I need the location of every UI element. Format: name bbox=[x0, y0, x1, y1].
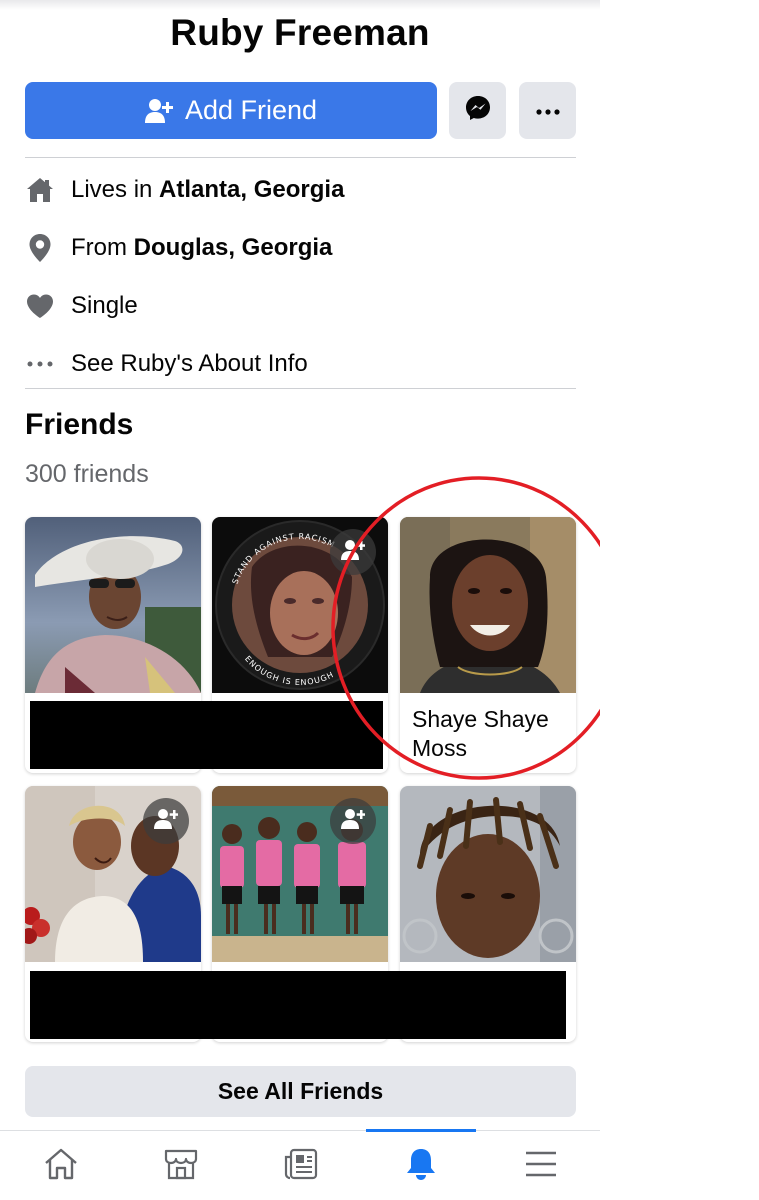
profile-screen: Ruby Freeman Add Friend Lives in Atlanta… bbox=[0, 0, 600, 1200]
bottom-tab-bar bbox=[0, 1129, 600, 1200]
redaction-bar bbox=[30, 701, 383, 769]
relationship-row: Single bbox=[25, 286, 138, 326]
friend-photo bbox=[400, 517, 576, 693]
tab-marketplace[interactable] bbox=[126, 1131, 236, 1200]
about-info-link[interactable]: See Ruby's About Info bbox=[25, 344, 308, 384]
messenger-icon bbox=[465, 95, 491, 126]
friend-photo bbox=[212, 786, 388, 962]
profile-name: Ruby Freeman bbox=[170, 12, 430, 53]
marketplace-icon bbox=[163, 1147, 199, 1186]
tab-notifications[interactable] bbox=[366, 1129, 476, 1200]
from-row: From Douglas, Georgia bbox=[25, 228, 332, 268]
add-person-icon bbox=[154, 808, 179, 835]
friend-card-highlighted[interactable]: Shaye Shaye Moss bbox=[400, 517, 576, 773]
tab-home[interactable] bbox=[6, 1131, 116, 1200]
divider bbox=[25, 157, 576, 158]
more-dots-icon bbox=[25, 349, 55, 379]
friend-photo bbox=[400, 786, 576, 962]
add-friend-icon bbox=[144, 98, 173, 124]
heart-icon bbox=[25, 291, 55, 321]
add-person-icon bbox=[341, 808, 366, 835]
menu-hamburger-icon bbox=[524, 1150, 558, 1183]
friend-name: Shaye Shaye Moss bbox=[412, 706, 549, 761]
lives-in-prefix: Lives in bbox=[71, 176, 160, 203]
add-friend-label: Add Friend bbox=[184, 95, 318, 125]
tab-news[interactable] bbox=[246, 1131, 356, 1200]
about-info-label: See Ruby's About Info bbox=[71, 350, 308, 377]
relationship-status: Single bbox=[71, 292, 138, 319]
from-value[interactable]: Douglas, Georgia bbox=[134, 234, 333, 262]
friends-section-title: Friends bbox=[25, 408, 134, 441]
lives-in-value[interactable]: Atlanta, Georgia bbox=[159, 176, 344, 204]
see-all-friends-button[interactable]: See All Friends bbox=[25, 1066, 576, 1117]
notifications-bell-icon bbox=[403, 1146, 439, 1187]
divider bbox=[25, 388, 576, 389]
friend-photo bbox=[25, 786, 201, 962]
friend-photo bbox=[25, 517, 201, 693]
tab-menu[interactable] bbox=[486, 1131, 596, 1200]
add-friend-badge[interactable] bbox=[330, 529, 376, 575]
friend-photo: STAND AGAINST RACISM ENOUGH IS ENOUGH bbox=[212, 517, 388, 693]
redaction-bar bbox=[30, 971, 566, 1039]
add-friend-badge[interactable] bbox=[330, 798, 376, 844]
messenger-button[interactable] bbox=[449, 82, 506, 139]
location-pin-icon bbox=[25, 233, 55, 263]
add-person-icon bbox=[341, 539, 366, 566]
lives-in-row: Lives in Atlanta, Georgia bbox=[25, 170, 344, 210]
more-options-button[interactable] bbox=[519, 82, 576, 139]
status-area bbox=[0, 0, 600, 10]
from-prefix: From bbox=[71, 234, 134, 261]
home-icon bbox=[25, 175, 55, 205]
home-icon bbox=[43, 1147, 79, 1186]
news-icon bbox=[283, 1147, 319, 1186]
friends-count: 300 friends bbox=[25, 460, 149, 488]
add-friend-button[interactable]: Add Friend bbox=[25, 82, 437, 139]
more-dots-icon bbox=[535, 102, 560, 120]
add-friend-badge[interactable] bbox=[143, 798, 189, 844]
